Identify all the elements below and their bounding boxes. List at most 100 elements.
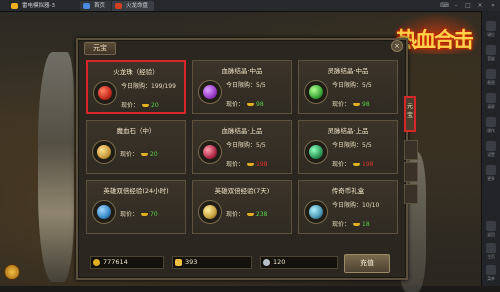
tab-home[interactable]: 首页: [80, 1, 112, 11]
game-menu-icon[interactable]: [4, 264, 20, 280]
item-price: 现价： 238: [226, 209, 267, 218]
tab-yuanbao-label: 元宝: [406, 103, 413, 119]
item-price-label: 现价：: [121, 102, 140, 109]
item-limit-label: 今日限购：: [332, 142, 363, 149]
yuanbao-icon: [247, 163, 255, 166]
shop-item-spirit-crystal-mid[interactable]: 灵脉结晶·中品 今日限购：5/5 现价： 98: [298, 60, 398, 114]
item-price-label: 现价：: [332, 161, 351, 168]
screenshot-icon[interactable]: [486, 69, 496, 79]
yuanbao-icon: [141, 153, 149, 156]
operation-icon[interactable]: [486, 117, 496, 127]
item-limit-label: 今日限购：: [332, 202, 363, 209]
shop-item-hero-double-exp-24h[interactable]: 英雄双倍经验(24小时) 现价： 70: [86, 180, 186, 234]
yuanbao-icon: [142, 104, 150, 107]
shop-item-spirit-crystal-high[interactable]: 灵脉结晶·上品 今日限购：5/5 现价： 198: [298, 120, 398, 174]
potion-icon: [97, 205, 111, 219]
item-icon: [198, 80, 222, 104]
shop-item-legend-coin-giftbox[interactable]: 传奇币礼盒 今日限购：10/10 现价： 18: [298, 180, 398, 234]
record-icon[interactable]: [486, 93, 496, 103]
jade-crystal-icon: [309, 145, 323, 159]
gold-coin-icon: [93, 259, 100, 266]
stone-icon: [97, 145, 111, 159]
currency-bar: 777614 393 120 充值: [86, 254, 398, 273]
item-limit-value: 5/5: [256, 82, 266, 89]
item-icon: [92, 200, 116, 224]
settings-icon[interactable]: [486, 141, 496, 151]
shop-item-blood-crystal-mid[interactable]: 血脉结晶·中品 今日限购：5/5 现价： 98: [192, 60, 292, 114]
silver-value: 120: [273, 258, 286, 266]
tab-yuanbao[interactable]: 元宝: [404, 96, 416, 132]
home-button-icon[interactable]: [486, 243, 496, 253]
item-price: 现价： 98: [332, 99, 370, 108]
item-name: 血脉结晶·中品: [221, 67, 263, 75]
menu-icon[interactable]: [486, 265, 496, 275]
tab-empty-3[interactable]: [404, 184, 418, 204]
tab-empty-1[interactable]: [404, 140, 418, 160]
more-icon[interactable]: »: [489, 2, 497, 9]
item-price-label: 现价：: [332, 221, 351, 228]
shop-item-demon-blood-stone[interactable]: 魔血石（中） 现价： 20: [86, 120, 186, 174]
item-limit-value: 5/5: [362, 142, 372, 149]
maximize-icon[interactable]: □: [464, 2, 472, 9]
keyboard-icon[interactable]: ⌨: [440, 2, 449, 9]
item-limit-label: 今日限购：: [121, 83, 152, 90]
item-price-value: 98: [256, 101, 264, 108]
item-limit-label: 今日限购：: [226, 142, 257, 149]
shop-item-hero-double-exp-7d[interactable]: 英雄双倍经验(7天) 现价： 238: [192, 180, 292, 234]
item-price: 现价： 70: [120, 209, 158, 218]
item-limit-value: 5/5: [256, 142, 266, 149]
tab-home-label: 首页: [94, 3, 106, 9]
yuanbao-icon: [141, 213, 149, 216]
item-name: 魔血石（中）: [116, 127, 156, 135]
item-name: 英雄双倍经验(24小时): [103, 187, 169, 195]
keymap-icon[interactable]: [486, 21, 496, 31]
fire-orb-icon: [98, 86, 112, 100]
item-price-label: 现价：: [226, 161, 245, 168]
item-name: 火龙珠（经验）: [113, 68, 159, 76]
item-price-label: 现价：: [120, 211, 139, 218]
tab-game[interactable]: 火龙命盘: [112, 1, 155, 11]
item-price: 现价： 98: [226, 99, 264, 108]
item-icon: [92, 140, 116, 164]
yuanbao-shop-panel: 元宝 火龙珠（经验） 今日限购：199/199 现价： 20 血脉结晶·中品 今日…: [76, 38, 408, 280]
emulator-app-label: 雷电模拟器-3: [22, 3, 55, 9]
item-price: 现价： 18: [332, 219, 370, 228]
red-crystal-icon: [203, 145, 217, 159]
item-limit-value: 199/199: [151, 83, 176, 90]
back-icon[interactable]: [486, 221, 496, 231]
panel-close-icon[interactable]: ×: [391, 40, 403, 52]
green-crystal-icon: [309, 85, 323, 99]
item-limit: 今日限购：10/10: [332, 200, 379, 209]
item-price-label: 现价：: [226, 211, 245, 218]
dragon-statue-left: [38, 52, 74, 282]
purple-crystal-icon: [203, 85, 217, 99]
side-tool-label: 截图: [487, 80, 495, 85]
item-name: 英雄双倍经验(7天): [214, 187, 270, 195]
item-price: 现价： 20: [120, 149, 158, 158]
side-tool-label: 操作: [487, 128, 495, 133]
volume-icon[interactable]: [486, 45, 496, 55]
close-icon[interactable]: ×: [476, 2, 484, 9]
shop-item-fire-dragon-orb[interactable]: 火龙珠（经验） 今日限购：199/199 现价： 20: [86, 60, 186, 114]
item-price-value: 238: [256, 211, 268, 218]
item-price-label: 现价：: [226, 101, 245, 108]
silver-icon: [263, 259, 270, 266]
item-icon: [304, 80, 328, 104]
item-limit: 今日限购：199/199: [121, 81, 176, 90]
item-limit: 今日限购：5/5: [226, 80, 266, 89]
yuanbao-icon: [353, 103, 361, 106]
yuanbao-balance: 393: [172, 256, 252, 269]
shop-item-blood-crystal-high[interactable]: 血脉结晶·上品 今日限购：5/5 现价： 198: [192, 120, 292, 174]
item-icon: [93, 81, 117, 105]
tab-empty-2[interactable]: [404, 162, 418, 182]
silver-balance: 120: [260, 256, 338, 269]
item-limit-value: 10/10: [362, 202, 380, 209]
yuanbao-value: 393: [185, 258, 198, 266]
emulator-side-toolbar: 键位 音量 截图 录屏 操作 设置 更多 返回 主页 菜单: [481, 11, 500, 286]
more-tools-icon[interactable]: [486, 165, 496, 175]
item-price: 现价： 20: [121, 100, 159, 109]
item-icon: [198, 140, 222, 164]
minimize-icon[interactable]: –: [452, 2, 460, 9]
item-price-value: 198: [256, 161, 268, 168]
recharge-button[interactable]: 充值: [344, 254, 390, 273]
